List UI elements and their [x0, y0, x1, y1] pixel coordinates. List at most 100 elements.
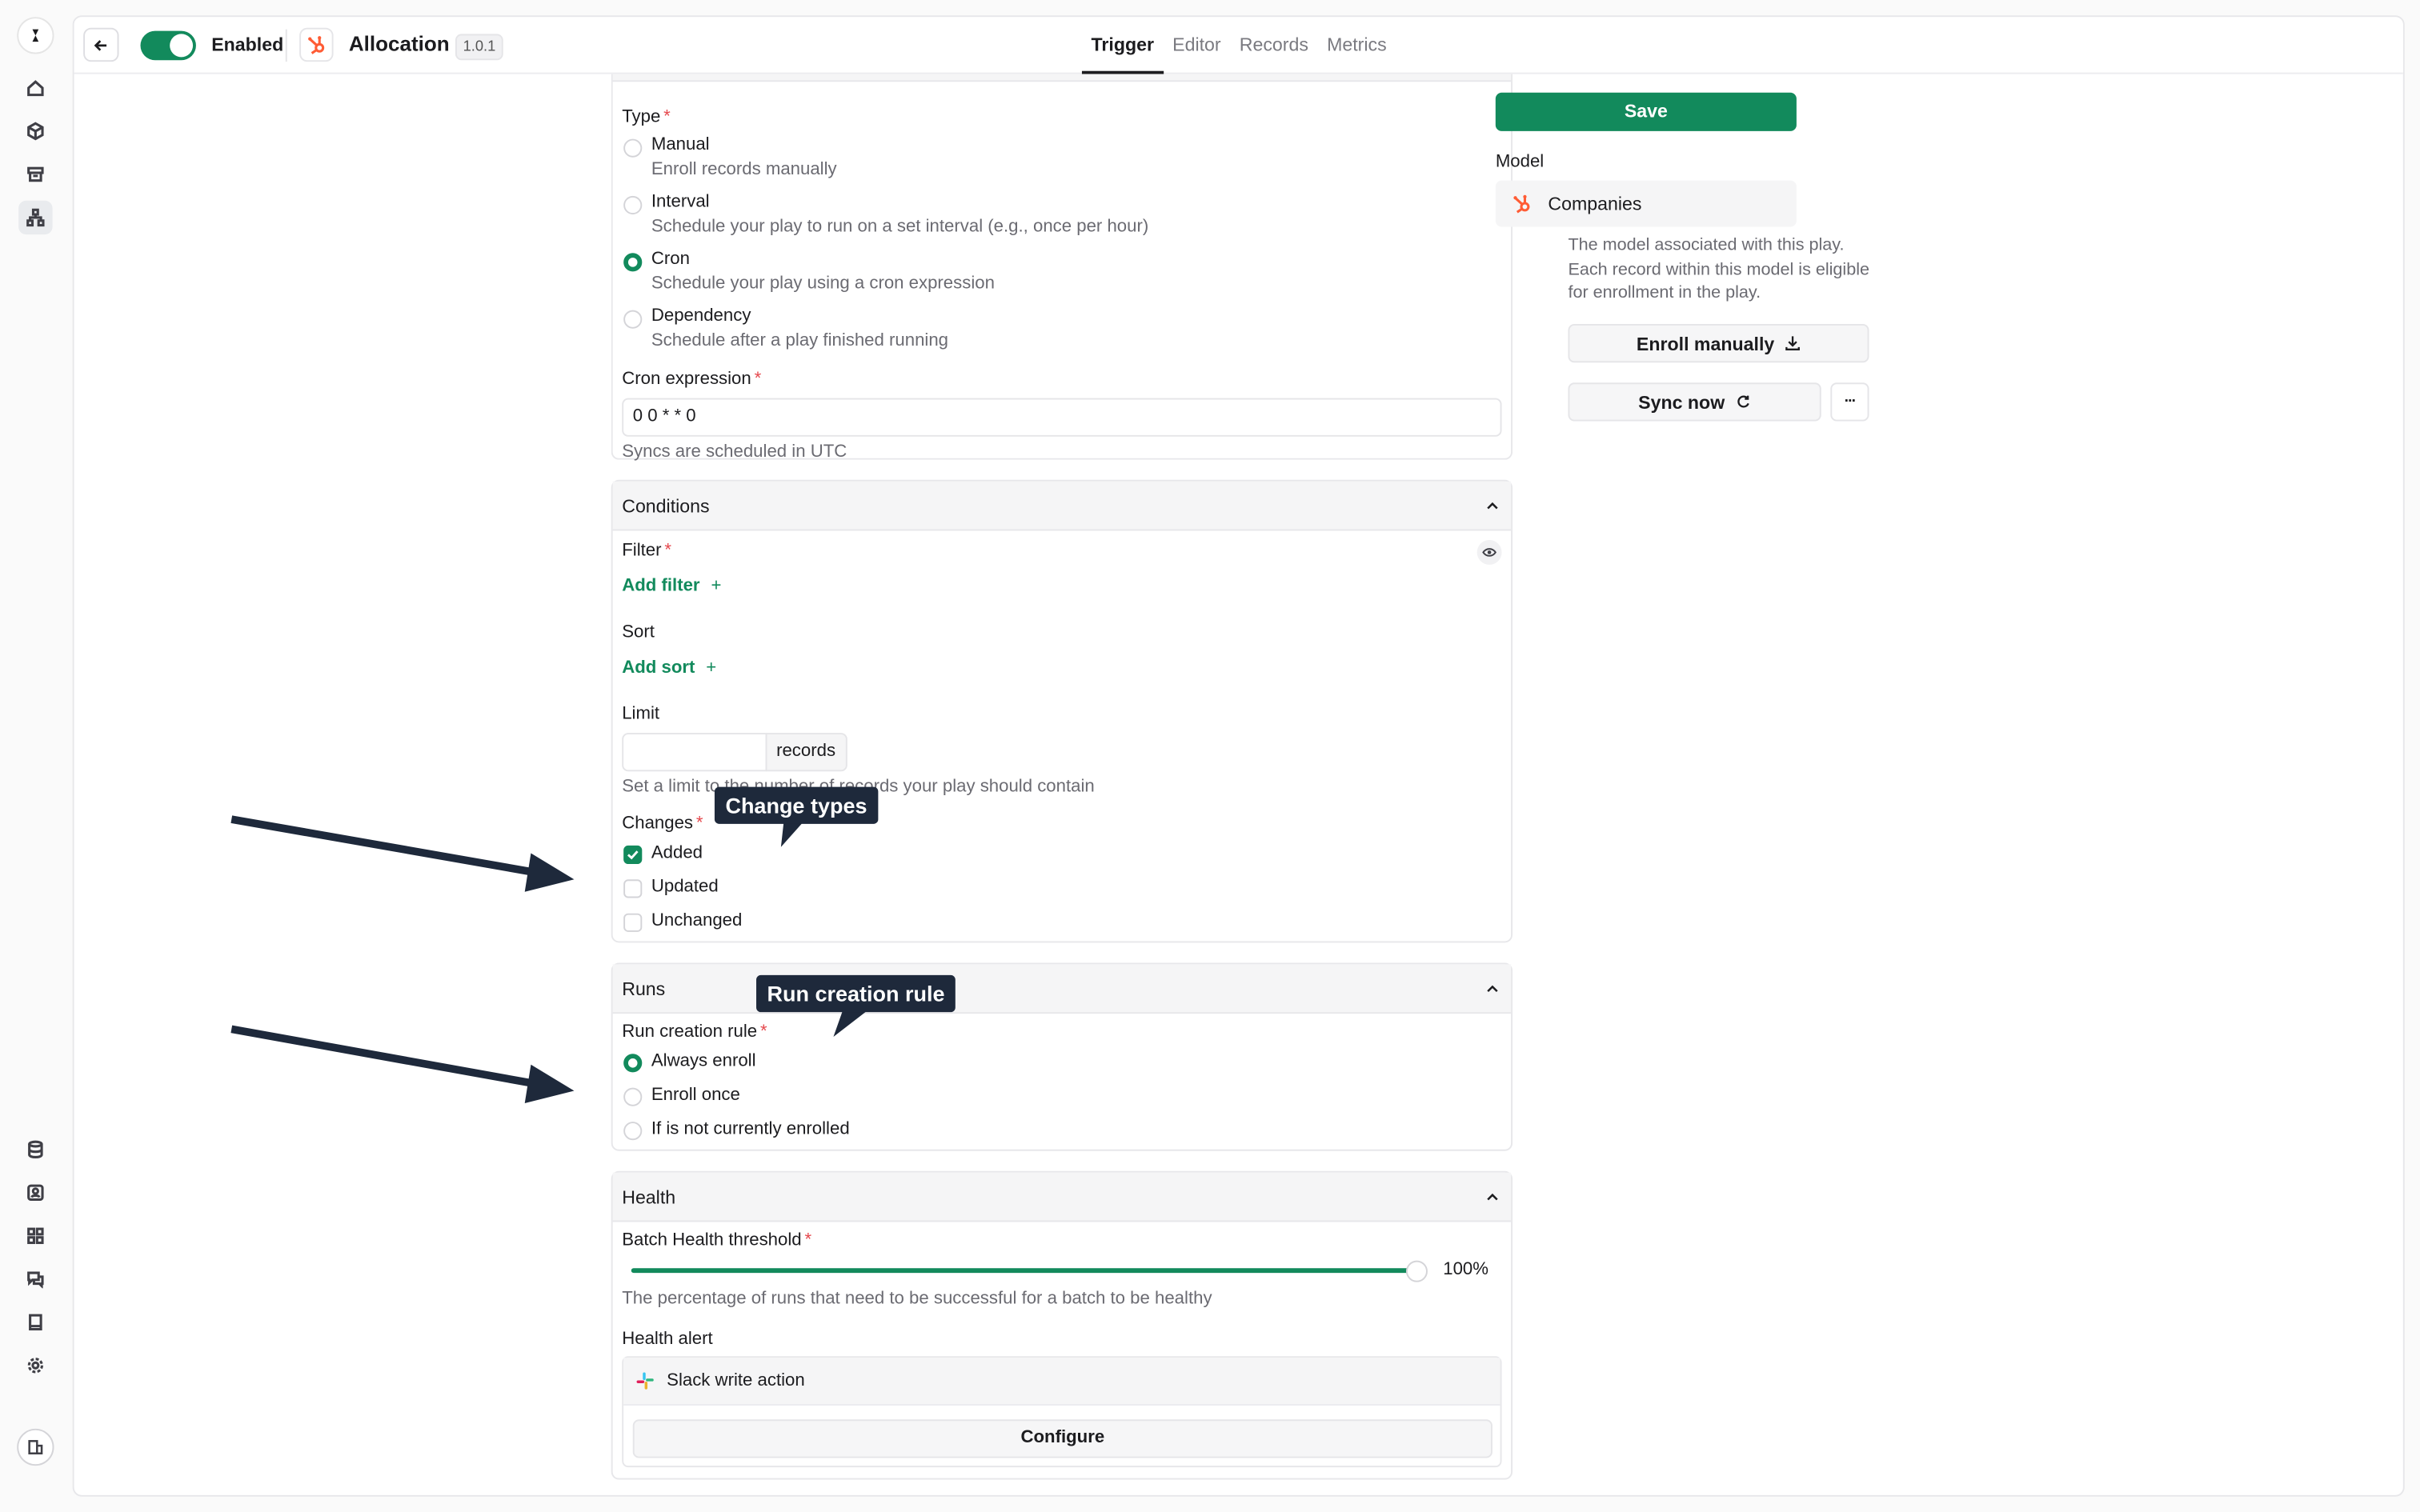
- type-cron-desc: Schedule your play using a cron expressi…: [651, 274, 995, 294]
- sync-now-button[interactable]: Sync now: [1568, 382, 1821, 422]
- enroll-manually-label: Enroll manually: [1636, 332, 1775, 354]
- limit-label: Limit: [622, 705, 660, 724]
- type-dependency-radio[interactable]: [623, 310, 643, 329]
- home-icon[interactable]: [18, 71, 52, 105]
- eye-icon[interactable]: [1476, 540, 1502, 565]
- save-button[interactable]: Save: [1495, 92, 1797, 131]
- app-logo-icon[interactable]: [17, 17, 54, 54]
- changes-label: Changes *: [622, 814, 703, 834]
- top-bar: Enabled Allocation 1.0.1 Trigger Editor …: [74, 17, 2403, 74]
- tab-records[interactable]: Records: [1230, 17, 1317, 74]
- plus-icon: +: [711, 577, 722, 596]
- change-updated-checkbox[interactable]: [623, 879, 643, 898]
- sync-now-label: Sync now: [1638, 390, 1725, 413]
- health-alert-label: Health alert: [622, 1330, 713, 1349]
- archive-icon[interactable]: [18, 158, 52, 191]
- rule-always-enroll-radio[interactable]: [623, 1054, 643, 1073]
- model-help: The model associated with this play. Eac…: [1568, 236, 1870, 303]
- conditions-title: Conditions: [622, 494, 710, 517]
- tab-metrics[interactable]: Metrics: [1318, 17, 1396, 74]
- settings-icon[interactable]: [18, 1349, 52, 1382]
- change-added-checkbox[interactable]: [623, 845, 643, 865]
- model-value: Companies: [1548, 193, 1642, 215]
- more-options-button[interactable]: ···: [1830, 382, 1869, 422]
- slider-handle[interactable]: [1405, 1260, 1428, 1282]
- slack-action-row[interactable]: Slack write action: [623, 1358, 1500, 1406]
- conditions-card: Conditions Filter * Add filter + Sort Add…: [611, 479, 1513, 943]
- plus-icon: +: [706, 658, 717, 678]
- hubspot-icon: [1513, 194, 1530, 214]
- type-manual-label: Manual: [651, 135, 710, 154]
- change-unchanged-checkbox[interactable]: [623, 913, 643, 932]
- tab-bar: Trigger Editor Records Metrics: [1081, 17, 1396, 74]
- back-button[interactable]: [83, 27, 119, 62]
- type-label: Type *: [622, 108, 671, 127]
- chat-icon[interactable]: [18, 1262, 52, 1296]
- runs-title: Runs: [622, 977, 666, 999]
- tab-trigger[interactable]: Trigger: [1081, 17, 1164, 74]
- arrow-left-icon: [94, 39, 107, 50]
- type-cron-label: Cron: [651, 250, 690, 269]
- slider-fill: [631, 1268, 1417, 1274]
- type-cron-radio[interactable]: [623, 253, 643, 272]
- chevron-up-icon[interactable]: [1483, 496, 1501, 514]
- cube-icon[interactable]: [18, 114, 52, 148]
- configure-button[interactable]: Configure: [632, 1419, 1492, 1458]
- tab-editor[interactable]: Editor: [1164, 17, 1231, 74]
- cron-expression-input[interactable]: 0 0 * * 0: [622, 398, 1502, 437]
- slack-action-label: Slack write action: [667, 1371, 805, 1390]
- change-updated-label: Updated: [651, 878, 719, 897]
- add-sort-button[interactable]: Add sort +: [622, 659, 716, 678]
- enabled-toggle[interactable]: [140, 30, 196, 61]
- rule-always-enroll-label: Always enroll: [651, 1052, 756, 1071]
- chevron-up-icon[interactable]: [1483, 979, 1501, 998]
- version-badge: 1.0.1: [455, 34, 503, 61]
- runs-header[interactable]: Runs: [612, 964, 1512, 1014]
- download-icon: [1785, 336, 1800, 350]
- enabled-label: Enabled: [211, 34, 284, 56]
- limit-input[interactable]: [622, 733, 767, 772]
- filter-label: Filter *: [622, 541, 672, 561]
- rule-not-enrolled-label: If is not currently enrolled: [651, 1120, 850, 1139]
- threshold-help: The percentage of runs that need to be s…: [622, 1290, 1212, 1309]
- play-title: Allocation: [348, 32, 450, 56]
- health-alert-box: Slack write action Configure: [622, 1356, 1502, 1468]
- type-dependency-label: Dependency: [651, 306, 751, 326]
- change-unchanged-label: Unchanged: [651, 911, 743, 930]
- checkmark-icon: [627, 850, 639, 860]
- health-threshold-slider[interactable]: [631, 1268, 1417, 1274]
- type-dependency-desc: Schedule after a play finished running: [651, 331, 949, 350]
- model-label: Model: [1495, 152, 1545, 172]
- slack-icon: [636, 1372, 654, 1390]
- more-icon: ···: [1844, 393, 1857, 411]
- type-interval-radio[interactable]: [623, 195, 643, 215]
- run-creation-rule-label: Run creation rule *: [622, 1022, 767, 1042]
- enroll-manually-button[interactable]: Enroll manually: [1568, 324, 1869, 363]
- divider: [285, 29, 287, 62]
- book-icon[interactable]: [18, 1306, 52, 1339]
- refresh-icon: [1737, 395, 1749, 408]
- type-interval-label: Interval: [651, 193, 710, 212]
- trigger-card: Type * Manual Enroll records manually Int…: [611, 74, 1513, 462]
- grid-icon[interactable]: [18, 1219, 52, 1253]
- workspace-switcher-icon[interactable]: [17, 1428, 54, 1466]
- health-card: Health Batch Health threshold * 100% The …: [611, 1170, 1513, 1480]
- model-selector[interactable]: Companies: [1495, 180, 1797, 227]
- rule-enroll-once-radio[interactable]: [623, 1087, 643, 1106]
- chevron-up-icon[interactable]: [1483, 1187, 1501, 1206]
- add-filter-button[interactable]: Add filter +: [622, 577, 721, 595]
- threshold-value: 100%: [1443, 1260, 1488, 1279]
- sitemap-icon[interactable]: [18, 200, 53, 235]
- batch-health-threshold-label: Batch Health threshold *: [622, 1231, 812, 1250]
- health-title: Health: [622, 1186, 676, 1208]
- cron-expression-label: Cron expression *: [622, 370, 762, 390]
- type-manual-radio[interactable]: [623, 138, 643, 158]
- conditions-header[interactable]: Conditions: [612, 481, 1512, 531]
- main-panel: Enabled Allocation 1.0.1 Trigger Editor …: [72, 15, 2405, 1497]
- type-manual-desc: Enroll records manually: [651, 160, 837, 179]
- contact-icon[interactable]: [18, 1176, 52, 1210]
- database-icon[interactable]: [18, 1133, 52, 1166]
- left-rail: [0, 0, 71, 1512]
- health-header[interactable]: Health: [612, 1172, 1512, 1222]
- rule-not-enrolled-radio[interactable]: [623, 1122, 643, 1141]
